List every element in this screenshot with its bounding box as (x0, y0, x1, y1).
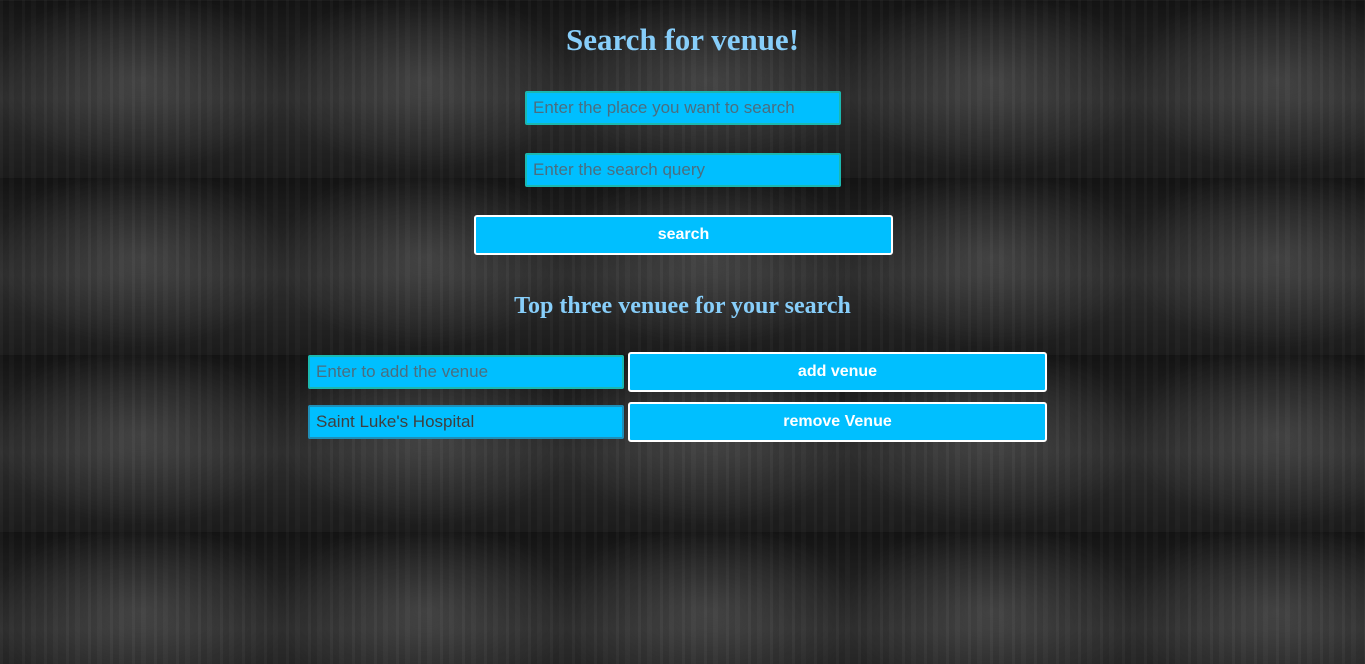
page-title: Search for venue! (565, 22, 800, 57)
add-venue-input[interactable] (308, 355, 624, 389)
search-button[interactable]: search (474, 215, 893, 255)
remove-venue-button[interactable]: remove Venue (628, 402, 1047, 442)
query-search-input[interactable] (525, 153, 841, 187)
results-title: Top three venuee for your search (514, 293, 851, 319)
add-venue-button[interactable]: add venue (628, 352, 1047, 392)
place-search-input[interactable] (525, 91, 841, 125)
remove-venue-input[interactable] (308, 405, 624, 439)
